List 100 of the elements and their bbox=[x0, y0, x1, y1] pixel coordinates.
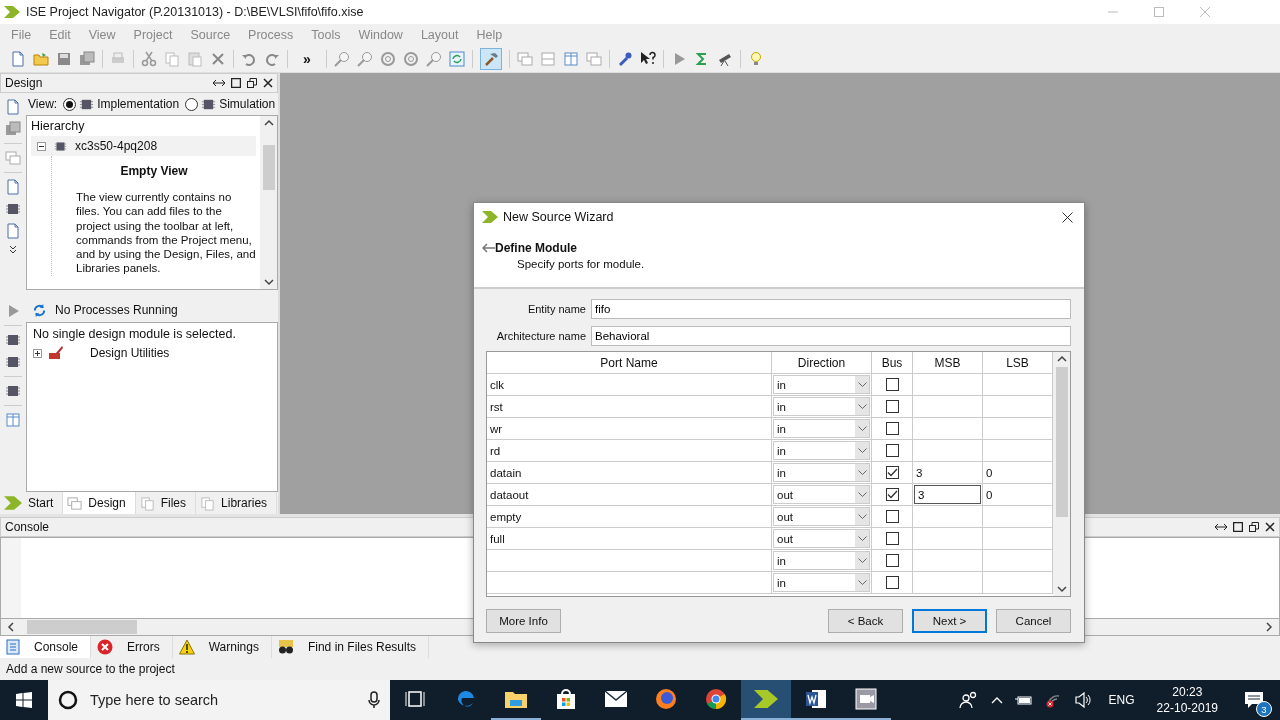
table-cell[interactable] bbox=[913, 572, 983, 594]
notification-icon[interactable] bbox=[1244, 691, 1264, 709]
table-cell[interactable] bbox=[913, 440, 983, 462]
table-cell[interactable]: rst bbox=[487, 396, 772, 418]
text-field[interactable]: Behavioral bbox=[591, 325, 1071, 346]
panel-tab[interactable]: Design bbox=[63, 492, 136, 514]
check-document-icon[interactable] bbox=[5, 223, 21, 239]
bus-checkbox[interactable] bbox=[885, 466, 899, 479]
toolbar-overflow-button[interactable]: » bbox=[295, 51, 319, 67]
bus-checkbox[interactable] bbox=[885, 532, 899, 545]
dialog-button[interactable]: Next > bbox=[912, 609, 987, 633]
undo-icon[interactable] bbox=[241, 51, 257, 67]
table-cell[interactable] bbox=[913, 528, 983, 550]
direction-dropdown[interactable]: in bbox=[773, 441, 870, 460]
tile-horizontal-icon[interactable] bbox=[539, 51, 556, 67]
direction-dropdown[interactable]: in bbox=[773, 397, 870, 416]
table-cell[interactable] bbox=[913, 374, 983, 396]
open-folder-icon[interactable] bbox=[33, 51, 49, 67]
chip-icon[interactable] bbox=[5, 201, 21, 217]
direction-dropdown[interactable]: in bbox=[773, 573, 870, 592]
tree-item[interactable]: xc3s50-4pq208 bbox=[31, 136, 256, 156]
add-copy-icon[interactable] bbox=[5, 121, 21, 137]
close-icon[interactable] bbox=[1265, 522, 1275, 532]
taskbar-search-field[interactable]: Type here to search bbox=[88, 691, 358, 709]
help-pointer-icon[interactable] bbox=[639, 51, 656, 67]
telescope-icon[interactable] bbox=[716, 51, 733, 67]
bus-checkbox[interactable] bbox=[885, 488, 899, 501]
text-field[interactable]: fifo bbox=[591, 298, 1071, 319]
table-cell[interactable] bbox=[487, 572, 772, 594]
restore-icon[interactable] bbox=[247, 78, 257, 88]
view-radio[interactable]: Simulation bbox=[185, 96, 276, 112]
table-cell[interactable] bbox=[913, 418, 983, 440]
console-tab[interactable]: Find in Files Results bbox=[271, 636, 429, 658]
zoom-in-icon[interactable] bbox=[333, 51, 350, 67]
table-cell[interactable]: wr bbox=[487, 418, 772, 440]
tile-vertical-icon[interactable] bbox=[562, 51, 579, 67]
table-cell[interactable] bbox=[913, 396, 983, 418]
table-cell[interactable]: dataout bbox=[487, 484, 772, 506]
panel-tab[interactable]: Files bbox=[135, 492, 197, 514]
maximize-icon[interactable] bbox=[1233, 522, 1243, 532]
new-file-icon[interactable] bbox=[10, 51, 26, 67]
scroll-down-icon[interactable] bbox=[1056, 585, 1067, 593]
scroll-thumb[interactable] bbox=[27, 620, 137, 634]
dialog-button[interactable]: More Info bbox=[486, 609, 561, 633]
direction-dropdown[interactable]: in bbox=[773, 463, 870, 482]
bus-checkbox[interactable] bbox=[885, 378, 899, 391]
restore-icon[interactable] bbox=[1249, 522, 1259, 532]
table-cell[interactable]: 3 bbox=[913, 462, 983, 484]
scroll-right-icon[interactable] bbox=[1265, 622, 1273, 632]
scroll-thumb[interactable] bbox=[1055, 367, 1068, 517]
close-icon[interactable] bbox=[263, 78, 273, 88]
table-cell[interactable]: full bbox=[487, 528, 772, 550]
collapse-icon[interactable] bbox=[37, 141, 46, 151]
direction-dropdown[interactable]: out bbox=[773, 485, 870, 504]
taskbar-search-box[interactable]: Type here to search bbox=[48, 680, 390, 720]
view-radio[interactable]: Implementation bbox=[63, 96, 180, 112]
console-tab[interactable]: Warnings bbox=[172, 636, 272, 658]
zoom-out-icon[interactable] bbox=[356, 51, 373, 67]
save-all-icon[interactable] bbox=[79, 51, 95, 67]
table-cell[interactable] bbox=[487, 550, 772, 572]
scroll-up-icon[interactable] bbox=[263, 119, 274, 127]
console-tab[interactable]: Console bbox=[0, 636, 92, 658]
direction-dropdown[interactable]: out bbox=[773, 529, 870, 548]
more-icon[interactable] bbox=[8, 245, 18, 255]
maximize-icon[interactable] bbox=[231, 78, 241, 88]
delete-icon[interactable] bbox=[210, 51, 226, 67]
start-icon[interactable] bbox=[16, 692, 32, 708]
people-icon[interactable] bbox=[958, 691, 979, 709]
back-arrow-icon[interactable] bbox=[482, 243, 495, 253]
direction-dropdown[interactable]: in bbox=[773, 551, 870, 570]
table-icon[interactable] bbox=[5, 411, 21, 428]
bus-checkbox[interactable] bbox=[885, 400, 899, 413]
zoom-fit-icon[interactable] bbox=[379, 51, 396, 67]
zoom-full-icon[interactable] bbox=[402, 51, 419, 67]
table-cell[interactable]: clk bbox=[487, 374, 772, 396]
chip-icon[interactable] bbox=[54, 139, 67, 153]
zoom-select-icon[interactable] bbox=[425, 51, 442, 67]
scroll-left-icon[interactable] bbox=[7, 622, 15, 632]
scroll-thumb[interactable] bbox=[262, 145, 275, 190]
table-cell[interactable]: rd bbox=[487, 440, 772, 462]
scroll-up-icon[interactable] bbox=[1056, 355, 1067, 363]
table-cell[interactable] bbox=[913, 550, 983, 572]
redo-icon[interactable] bbox=[264, 51, 280, 67]
table-cell[interactable]: datain bbox=[487, 462, 772, 484]
clock[interactable]: 20:23 22-10-2019 bbox=[1156, 684, 1218, 716]
direction-dropdown[interactable]: out bbox=[773, 507, 870, 526]
table-cell[interactable]: empty bbox=[487, 506, 772, 528]
scroll-down-icon[interactable] bbox=[263, 278, 274, 286]
wrench-icon[interactable] bbox=[616, 51, 633, 67]
dialog-button[interactable]: Cancel bbox=[996, 609, 1071, 633]
bus-checkbox[interactable] bbox=[885, 554, 899, 567]
dialog-button[interactable]: < Back bbox=[828, 609, 903, 633]
bus-checkbox[interactable] bbox=[885, 444, 899, 457]
cut-icon[interactable] bbox=[141, 51, 157, 67]
expand-icon[interactable] bbox=[33, 348, 42, 358]
console-tab[interactable]: Errors bbox=[91, 636, 173, 658]
volume-icon[interactable] bbox=[1074, 692, 1093, 708]
microphone-icon[interactable] bbox=[368, 691, 380, 709]
bus-checkbox[interactable] bbox=[885, 576, 899, 589]
refresh-icon[interactable] bbox=[448, 51, 465, 67]
